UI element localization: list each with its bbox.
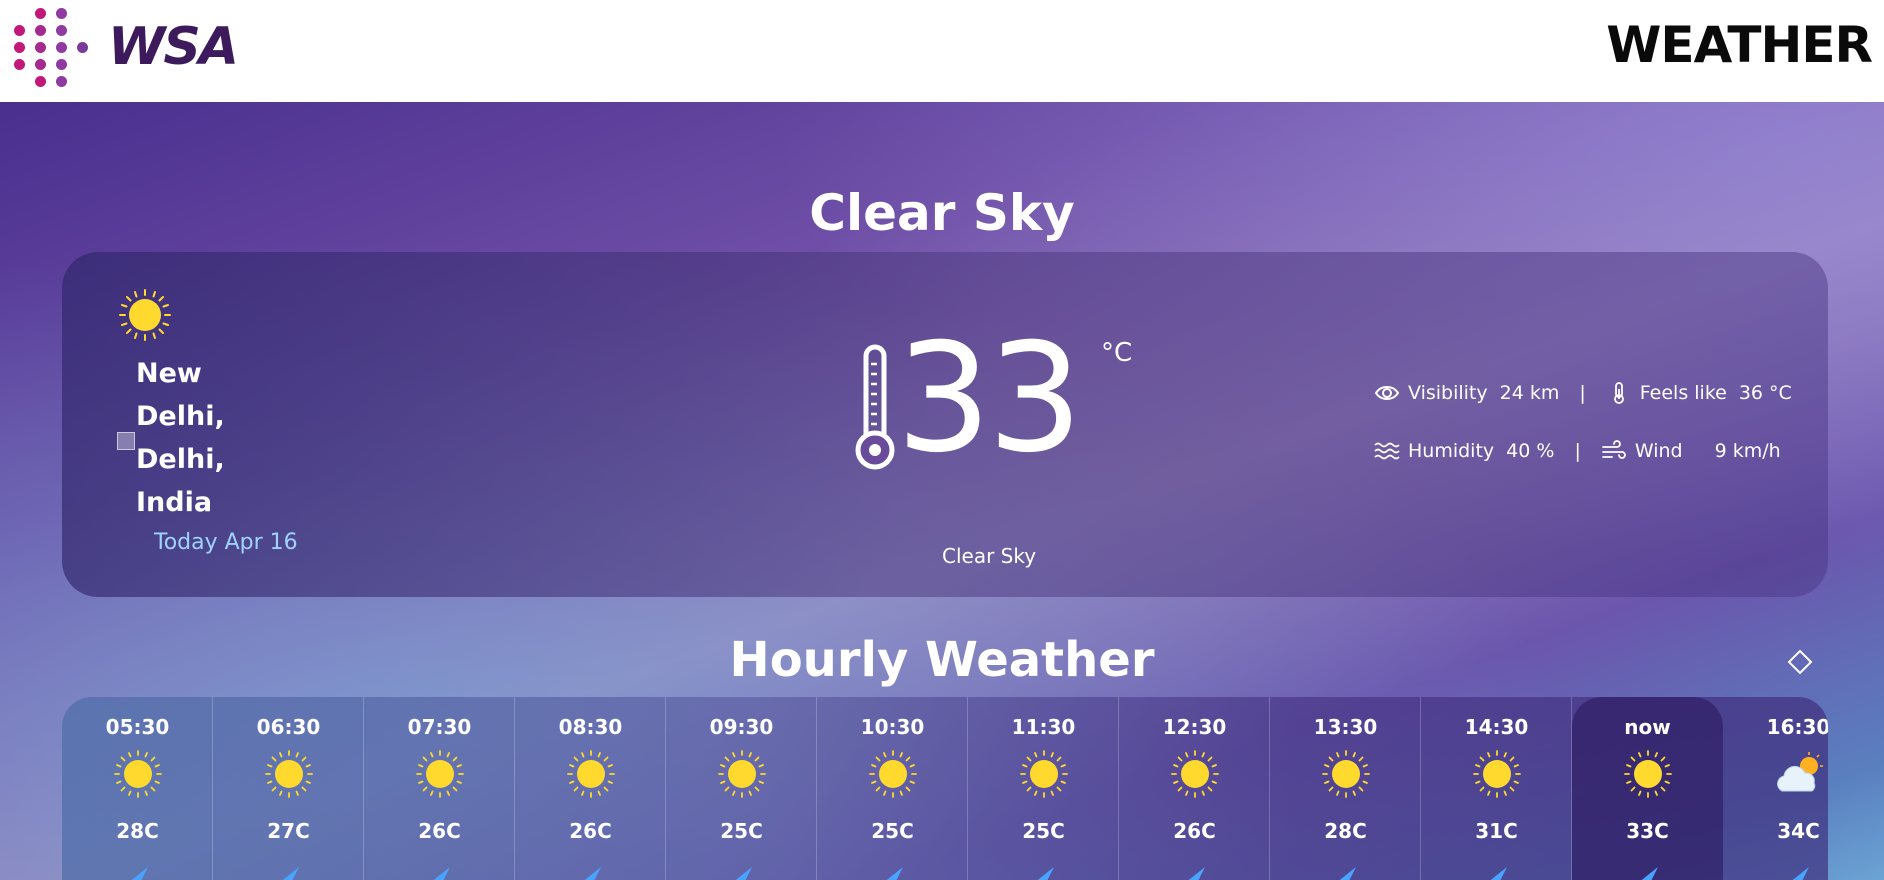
hourly-slot[interactable]: 13:30 28C — [1270, 697, 1421, 880]
slot-temperature: 28C — [1324, 819, 1367, 843]
slot-time: 13:30 — [1313, 715, 1378, 739]
sun-icon — [1624, 750, 1672, 798]
wind-direction-icon — [584, 867, 601, 880]
humidity-label: Humidity — [1408, 440, 1495, 462]
slot-time: 14:30 — [1464, 715, 1529, 739]
humidity-value: 40 % — [1506, 440, 1555, 462]
slot-temperature: 33C — [1626, 819, 1669, 843]
hourly-title: Hourly Weather — [729, 632, 1155, 688]
slot-time: 10:30 — [860, 715, 925, 739]
app-title: WEATHER — [1606, 16, 1873, 74]
location-line: Delhi, — [136, 444, 225, 475]
wind-icon — [1601, 440, 1626, 459]
eye-icon — [1374, 386, 1400, 400]
hourly-forecast-strip[interactable]: 05:30 28C 06:30 27C 07:30 26C 08:30 26C 09:30 25C… — [62, 697, 1828, 880]
sun-icon — [114, 750, 162, 798]
current-weather-card: New Delhi, Delhi, India Today Apr 16 33 … — [62, 252, 1828, 597]
hourly-slot[interactable]: 09:30 25C — [666, 697, 817, 880]
sun-icon — [416, 750, 464, 798]
slot-time: 16:30 — [1766, 715, 1828, 739]
stat-row-visibility: Visibility 24 km | Feels like 36 °C — [1374, 382, 1792, 404]
slot-time: 06:30 — [256, 715, 321, 739]
wind-direction-icon — [1490, 867, 1507, 880]
top-bar: WSA WEATHER — [0, 0, 1884, 102]
condition-title: Clear Sky — [809, 184, 1075, 242]
wind-direction-icon — [1037, 867, 1054, 880]
hourly-slot[interactable]: 07:30 26C — [364, 697, 515, 880]
slot-temperature: 28C — [116, 819, 159, 843]
slot-temperature: 25C — [871, 819, 914, 843]
slot-temperature: 26C — [569, 819, 612, 843]
visibility-label: Visibility — [1408, 382, 1488, 404]
temperature-unit: °C — [1101, 338, 1133, 368]
location-name: New Delhi, Delhi, India — [136, 352, 246, 524]
separator: | — [1574, 440, 1581, 462]
slot-temperature: 26C — [418, 819, 461, 843]
wind-label: Wind — [1634, 440, 1683, 462]
sun-icon — [265, 750, 313, 798]
location-line: New — [136, 358, 202, 389]
sun-icon — [1171, 750, 1219, 798]
diamond-toggle-icon[interactable] — [1787, 649, 1813, 675]
wind-value: 9 km/h — [1714, 440, 1781, 462]
separator: | — [1579, 382, 1586, 404]
slot-time: 07:30 — [407, 715, 472, 739]
hourly-slot[interactable]: 08:30 26C — [515, 697, 666, 880]
wind-direction-icon — [1188, 867, 1205, 880]
thermometer-icon — [855, 344, 895, 470]
sun-icon — [119, 289, 171, 341]
wind-direction-icon — [1641, 867, 1658, 880]
slot-time: 08:30 — [558, 715, 623, 739]
current-temperature: 33 — [896, 312, 1083, 486]
humidity-waves-icon — [1374, 442, 1400, 460]
slot-time: 09:30 — [709, 715, 774, 739]
wind-direction-icon — [1792, 867, 1809, 880]
wind-direction-icon — [282, 867, 299, 880]
sun-icon — [1473, 750, 1521, 798]
logo-dots-icon — [14, 8, 96, 87]
slot-time: now — [1624, 715, 1671, 739]
sun-icon — [567, 750, 615, 798]
slot-time: 12:30 — [1162, 715, 1227, 739]
flag-image — [117, 432, 135, 450]
hourly-slot[interactable]: 10:30 25C — [817, 697, 968, 880]
slot-temperature: 27C — [267, 819, 310, 843]
hourly-slot[interactable]: 11:30 25C — [968, 697, 1119, 880]
wind-direction-icon — [886, 867, 903, 880]
slot-time: 11:30 — [1011, 715, 1076, 739]
brand-name: WSA — [108, 17, 239, 77]
condition-label: Clear Sky — [942, 544, 1037, 568]
location-line: Delhi, — [136, 401, 225, 432]
brand-logo[interactable]: WSA — [14, 8, 239, 87]
sun-icon — [718, 750, 766, 798]
location-line: India — [136, 487, 213, 518]
stat-row-humidity: Humidity 40 % | Wind 9 km/h — [1374, 440, 1781, 462]
feels-like-value: 36 °C — [1738, 382, 1792, 404]
hourly-slot[interactable]: 05:30 28C — [62, 697, 213, 880]
main-content: Clear Sky New Delhi, Delhi, India Today … — [0, 102, 1884, 880]
sun-icon — [1322, 750, 1370, 798]
slot-time: 05:30 — [105, 715, 170, 739]
feels-like-label: Feels like — [1639, 382, 1727, 404]
slot-temperature: 34C — [1777, 819, 1820, 843]
hourly-slot[interactable]: 06:30 27C — [213, 697, 364, 880]
thermometer-small-icon — [1613, 382, 1624, 404]
slot-temperature: 26C — [1173, 819, 1216, 843]
current-date: Today Apr 16 — [154, 530, 298, 555]
slot-temperature: 25C — [1022, 819, 1065, 843]
sun-icon — [1020, 750, 1068, 798]
partly-cloudy-icon — [1777, 752, 1823, 792]
hourly-slot[interactable]: 14:30 31C — [1421, 697, 1572, 880]
slot-temperature: 31C — [1475, 819, 1518, 843]
visibility-value: 24 km — [1499, 382, 1560, 404]
wind-direction-icon — [1339, 867, 1356, 880]
sun-icon — [869, 750, 917, 798]
wind-direction-icon — [131, 867, 148, 880]
wind-direction-icon — [433, 867, 450, 880]
wind-direction-icon — [735, 867, 752, 880]
hourly-slot[interactable]: 16:30 34C — [1723, 697, 1828, 880]
hourly-slot[interactable]: 12:30 26C — [1119, 697, 1270, 880]
hourly-slot-now[interactable]: now 33C — [1572, 697, 1723, 880]
slot-temperature: 25C — [720, 819, 763, 843]
